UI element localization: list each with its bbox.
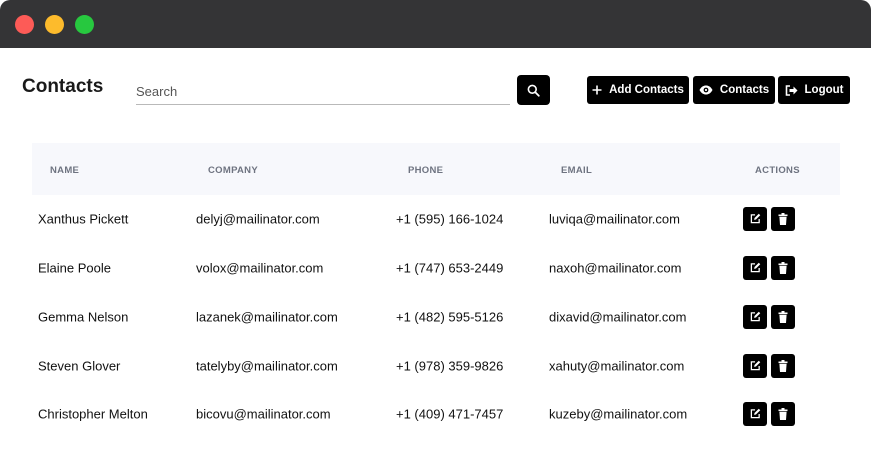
edit-icon: [750, 311, 761, 322]
table-row: Christopher Melton bicovu@mailinator.com +…: [32, 389, 840, 438]
contact-email: naxoh@mailinator.com: [549, 260, 682, 275]
logout-label: Logout: [804, 84, 844, 96]
contacts-label: Contacts: [719, 84, 770, 96]
contact-email: xahuty@mailinator.com: [549, 358, 685, 373]
window-titlebar: [0, 0, 871, 48]
table-row: Steven Glover tatelyby@mailinator.com +1 (…: [32, 341, 840, 390]
search-field: [136, 76, 510, 105]
contact-company: delyj@mailinator.com: [196, 211, 320, 226]
close-window-button[interactable]: [15, 15, 34, 34]
edit-contact-button[interactable]: [743, 255, 767, 280]
search-input[interactable]: [136, 76, 510, 104]
contacts-button[interactable]: Contacts: [693, 76, 775, 104]
contact-company: tatelyby@mailinator.com: [196, 358, 338, 373]
contact-company: lazanek@mailinator.com: [196, 309, 338, 324]
contact-email: kuzeby@mailinator.com: [549, 406, 688, 421]
contact-phone: +1 (409) 471-7457: [396, 406, 504, 421]
logout-button[interactable]: Logout: [778, 76, 850, 104]
contact-phone: +1 (747) 653-2449: [396, 260, 504, 275]
edit-icon: [750, 262, 761, 273]
trash-icon: [778, 359, 788, 372]
add-contacts-label: Add Contacts: [609, 84, 684, 96]
delete-contact-button[interactable]: [771, 206, 795, 231]
delete-contact-button[interactable]: [771, 353, 795, 378]
contact-company: volox@mailinator.com: [196, 260, 324, 275]
table-row: Xanthus Pickett delyj@mailinator.com +1 (5…: [32, 194, 840, 243]
table-row: Gemma Nelson lazanek@mailinator.com +1 (48…: [32, 292, 840, 341]
delete-contact-button[interactable]: [771, 401, 795, 426]
edit-icon: [750, 213, 761, 224]
table-row: Elaine Poole volox@mailinator.com +1 (747)…: [32, 243, 840, 292]
column-header-phone[interactable]: PHONE: [408, 165, 443, 176]
contact-company: bicovu@mailinator.com: [196, 406, 331, 421]
edit-icon: [750, 360, 761, 371]
search-icon: [527, 84, 540, 97]
add-contacts-button[interactable]: Add Contacts: [587, 76, 689, 104]
minimize-window-button[interactable]: [45, 15, 64, 34]
edit-contact-button[interactable]: [743, 304, 767, 329]
maximize-window-button[interactable]: [75, 15, 94, 34]
search-button[interactable]: [517, 75, 550, 105]
trash-icon: [778, 212, 788, 225]
edit-contact-button[interactable]: [743, 401, 767, 426]
column-header-actions: ACTIONS: [755, 165, 800, 176]
page-title: Contacts: [22, 76, 104, 97]
table-header: NAME COMPANY PHONE EMAIL ACTIONS: [32, 143, 840, 195]
contact-name: Gemma Nelson: [38, 309, 129, 324]
contact-email: luviqa@mailinator.com: [549, 211, 680, 226]
trash-icon: [778, 261, 788, 274]
column-header-email[interactable]: EMAIL: [561, 165, 592, 176]
contact-phone: +1 (978) 359-9826: [396, 358, 504, 373]
contact-name: Xanthus Pickett: [38, 211, 129, 226]
delete-contact-button[interactable]: [771, 255, 795, 280]
contact-name: Christopher Melton: [38, 406, 148, 421]
contact-name: Steven Glover: [38, 358, 121, 373]
edit-contact-button[interactable]: [743, 206, 767, 231]
trash-icon: [778, 407, 788, 420]
edit-icon: [750, 408, 761, 419]
plus-icon: [592, 85, 602, 95]
contact-phone: +1 (482) 595-5126: [396, 309, 504, 324]
contact-phone: +1 (595) 166-1024: [396, 211, 504, 226]
column-header-name[interactable]: NAME: [50, 165, 79, 176]
edit-contact-button[interactable]: [743, 353, 767, 378]
contact-name: Elaine Poole: [38, 260, 111, 275]
logout-icon: [785, 84, 798, 96]
contact-email: dixavid@mailinator.com: [549, 309, 687, 324]
delete-contact-button[interactable]: [771, 304, 795, 329]
eye-icon: [699, 85, 713, 95]
trash-icon: [778, 310, 788, 323]
column-header-company[interactable]: COMPANY: [208, 165, 258, 176]
